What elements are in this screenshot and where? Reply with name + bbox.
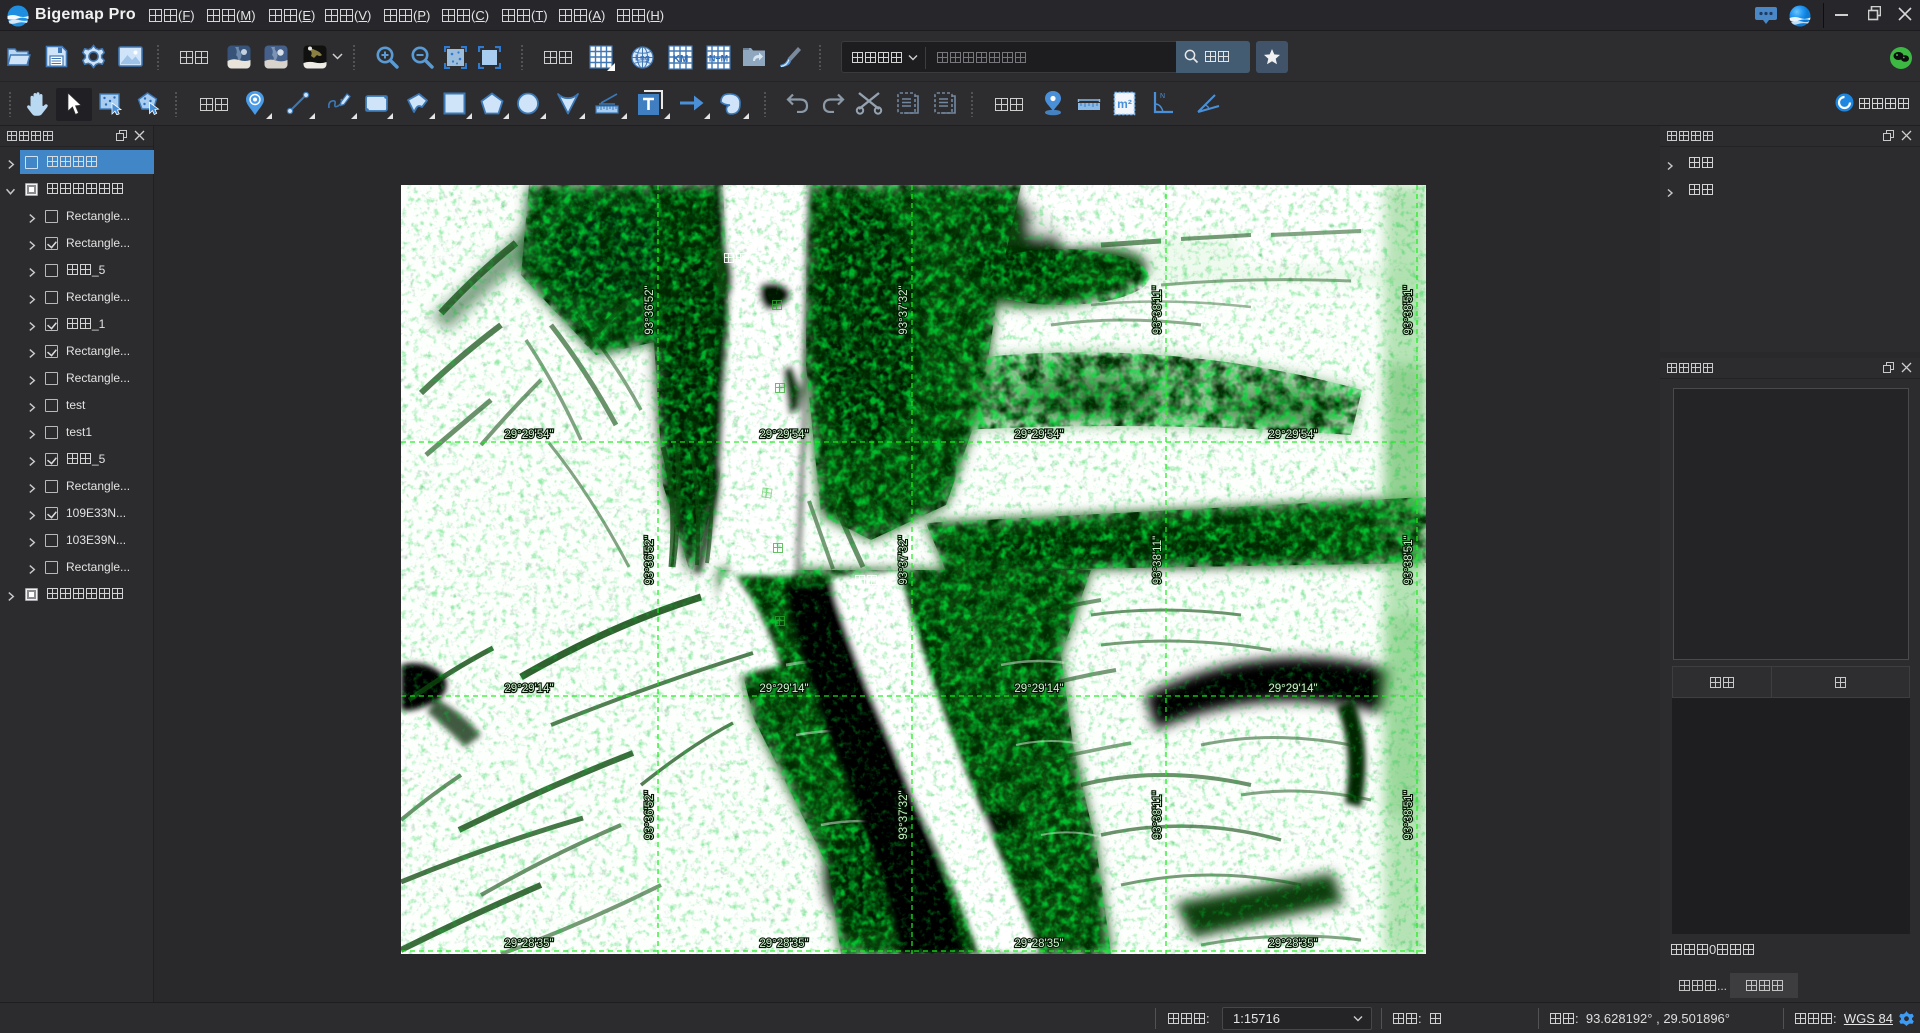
svg-text:m²: m² — [1117, 97, 1132, 111]
svg-text:93°36'52": 93°36'52" — [644, 285, 656, 334]
svg-text:93°37'32": 93°37'32" — [898, 790, 910, 839]
svg-text:93°38'51": 93°38'51" — [1403, 285, 1415, 334]
svg-text:29°29'14": 29°29'14" — [1268, 683, 1317, 695]
svg-text:93°37'32": 93°37'32" — [898, 285, 910, 334]
svg-text:Lng: Lng — [635, 54, 650, 63]
svg-text:93°38'11": 93°38'11" — [1152, 286, 1164, 334]
svg-text:93°37'32": 93°37'32" — [898, 535, 910, 584]
svg-text:N: N — [1160, 93, 1165, 100]
svg-text:93°36'52": 93°36'52" — [644, 790, 656, 839]
svg-text:93°38'51": 93°38'51" — [1403, 535, 1415, 584]
svg-text:29°29'54": 29°29'54" — [1268, 429, 1317, 441]
svg-text:29°29'54": 29°29'54" — [1014, 429, 1063, 441]
svg-text:93°36'52": 93°36'52" — [644, 535, 656, 584]
svg-text:29°28'35": 29°28'35" — [1014, 938, 1063, 950]
svg-text:N+M: N+M — [709, 54, 728, 64]
svg-text:93°38'11": 93°38'11" — [1152, 536, 1164, 584]
svg-text:29°29'14": 29°29'14" — [759, 683, 808, 695]
svg-text:KM: KM — [673, 54, 689, 65]
svg-text:93°38'51": 93°38'51" — [1403, 790, 1415, 839]
svg-text:29°29'14": 29°29'14" — [1014, 683, 1063, 695]
svg-text:29°29'54": 29°29'54" — [759, 429, 808, 441]
svg-text:29°28'35": 29°28'35" — [1268, 938, 1317, 950]
svg-text:29°28'35": 29°28'35" — [504, 938, 553, 950]
svg-text:29°28'35": 29°28'35" — [759, 938, 808, 950]
svg-text:29°29'14": 29°29'14" — [504, 683, 553, 695]
svg-text:29°29'54": 29°29'54" — [504, 429, 553, 441]
svg-text:93°38'11": 93°38'11" — [1152, 791, 1164, 839]
